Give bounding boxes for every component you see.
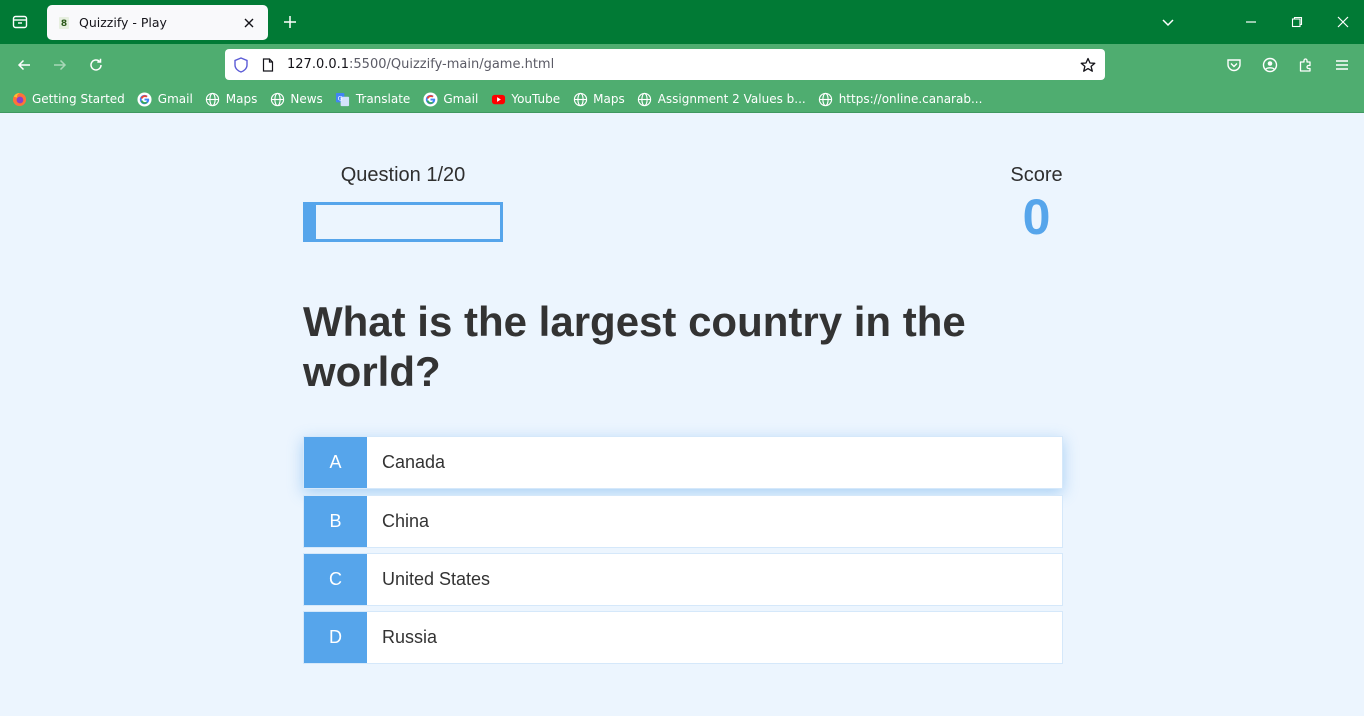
bookmarks-toolbar: Getting Started Gmail Maps News G Translate Gm… xyxy=(0,86,1364,113)
bookmark-item[interactable]: Gmail xyxy=(422,91,478,107)
url-host: 127.0.0.1 xyxy=(287,57,350,72)
bookmark-label: Gmail xyxy=(157,92,193,106)
minimize-window-icon[interactable] xyxy=(1236,0,1266,44)
bookmark-star-icon[interactable] xyxy=(1077,49,1099,80)
page-info-document-icon[interactable] xyxy=(257,49,279,80)
tab-quizzify-play[interactable]: 8 Quizzify - Play xyxy=(47,5,268,40)
bookmark-label: Maps xyxy=(593,92,625,106)
choice-text: United States xyxy=(382,569,491,589)
choice-b[interactable]: B China xyxy=(303,495,1063,548)
bookmark-item[interactable]: Assignment 2 Values b... xyxy=(637,91,806,107)
url-text: 127.0.0.1:5500/Quizzify-main/game.html xyxy=(287,49,554,80)
google-icon xyxy=(422,91,438,107)
choice-c[interactable]: C United States xyxy=(303,553,1063,606)
pocket-icon[interactable] xyxy=(1216,44,1252,86)
account-avatar-icon[interactable] xyxy=(1252,44,1288,86)
score-label: Score xyxy=(1010,164,1063,186)
close-window-icon[interactable] xyxy=(1328,0,1358,44)
quizzify-favicon-icon: 8 xyxy=(57,16,71,30)
restore-window-icon[interactable] xyxy=(1282,0,1312,44)
choice-prefix: D xyxy=(304,612,367,663)
bookmark-label: Getting Started xyxy=(32,92,125,106)
tab-title: Quizzify - Play xyxy=(79,15,167,30)
choice-text: Russia xyxy=(382,627,438,647)
reload-icon[interactable] xyxy=(78,44,114,86)
choice-prefix: C xyxy=(304,554,367,605)
translate-icon: G xyxy=(335,91,351,107)
question-text: What is the largest country in the world… xyxy=(303,298,966,395)
browser-navbar: 127.0.0.1:5500/Quizzify-main/game.html xyxy=(0,44,1364,86)
url-path: :5500/Quizzify-main/game.html xyxy=(349,57,555,72)
score-value: 0 xyxy=(1022,189,1051,245)
choice-prefix: A xyxy=(304,437,367,488)
progress-bar-fill xyxy=(306,205,316,239)
address-bar[interactable]: 127.0.0.1:5500/Quizzify-main/game.html xyxy=(225,49,1105,80)
youtube-icon xyxy=(490,91,506,107)
choice-prefix: B xyxy=(304,496,367,547)
bookmark-label: Gmail xyxy=(443,92,479,106)
close-tab-icon[interactable] xyxy=(240,14,258,32)
new-tab-icon[interactable] xyxy=(278,0,302,44)
bookmark-label: https://online.canarab... xyxy=(838,92,983,106)
bookmark-item[interactable]: Gmail xyxy=(137,91,193,107)
choice-d[interactable]: D Russia xyxy=(303,611,1063,664)
svg-text:G: G xyxy=(338,94,343,102)
choice-a[interactable]: A Canada xyxy=(303,436,1063,489)
bookmark-label: Assignment 2 Values b... xyxy=(657,92,806,106)
bookmark-label: YouTube xyxy=(511,92,561,106)
bookmark-item[interactable]: YouTube xyxy=(490,91,560,107)
bookmark-item[interactable]: News xyxy=(269,91,323,107)
bookmark-item[interactable]: Getting Started xyxy=(11,91,125,107)
svg-text:8: 8 xyxy=(61,19,67,29)
google-icon xyxy=(137,91,153,107)
tracking-protection-shield-icon[interactable] xyxy=(230,49,252,80)
globe-icon xyxy=(637,91,653,107)
app-menu-hamburger-icon[interactable] xyxy=(1324,44,1360,86)
extensions-puzzle-icon[interactable] xyxy=(1288,44,1324,86)
tab-list-icon[interactable] xyxy=(6,0,34,44)
question-counter: Question 1/20 xyxy=(340,164,466,186)
progress-bar xyxy=(303,202,503,242)
bookmark-item[interactable]: G Translate xyxy=(335,91,411,107)
back-arrow-icon[interactable] xyxy=(6,44,42,86)
bookmark-label: News xyxy=(290,92,323,106)
choice-text: China xyxy=(382,511,430,531)
globe-icon xyxy=(269,91,285,107)
browser-titlebar: 8 Quizzify - Play xyxy=(0,0,1364,44)
bookmark-item[interactable]: Maps xyxy=(205,91,258,107)
choice-text: Canada xyxy=(382,452,446,472)
bookmark-item[interactable]: Maps xyxy=(572,91,625,107)
list-all-tabs-chevron-down-icon[interactable] xyxy=(1155,0,1181,44)
forward-arrow-icon[interactable] xyxy=(42,44,78,86)
firefox-icon xyxy=(11,91,27,107)
globe-icon xyxy=(818,91,834,107)
globe-icon xyxy=(572,91,588,107)
bookmark-label: Maps xyxy=(225,92,258,106)
globe-icon xyxy=(205,91,221,107)
bookmark-label: Translate xyxy=(355,92,411,106)
bookmark-item[interactable]: https://online.canarab... xyxy=(818,91,983,107)
